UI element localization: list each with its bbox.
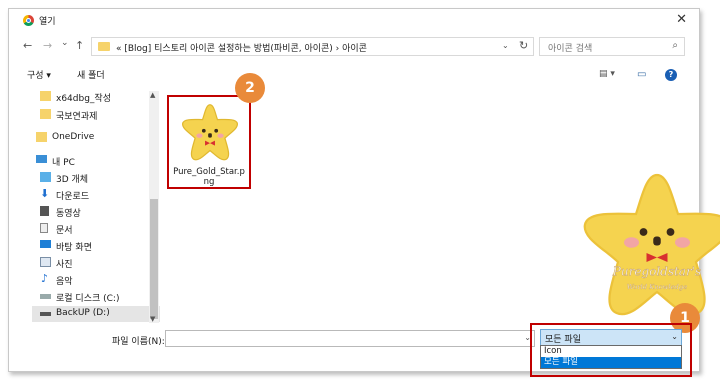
music-icon: ♪ <box>41 272 49 285</box>
recent-locations-button[interactable]: ⌄ <box>61 38 69 48</box>
star-thumbnail-icon <box>182 104 238 161</box>
search-input[interactable]: 아이콘 검색 ⌕ <box>539 37 685 56</box>
sidebar-item-videos[interactable]: 동영상 <box>32 204 160 220</box>
search-placeholder: 아이콘 검색 <box>548 44 593 54</box>
close-button[interactable]: ✕ <box>676 12 687 27</box>
toolbar: 구성 ▾ 새 폴더 ▤ ▾ ▭ ? <box>9 65 699 85</box>
up-button[interactable]: ↑ <box>75 39 84 52</box>
sidebar-item-label: 국보연과제 <box>56 112 98 122</box>
star-preview-image: Puregoldstar's World Knowledge <box>583 173 720 316</box>
search-icon: ⌕ <box>672 40 678 51</box>
address-row: ← → ⌄ ↑ « [Blog] 티스토리 아이콘 설정하는 방법(파비콘, 아… <box>9 35 699 59</box>
3d-objects-icon <box>40 172 51 182</box>
new-folder-button[interactable]: 새 폴더 <box>77 68 105 81</box>
help-button[interactable]: ? <box>665 69 677 81</box>
folder-icon <box>40 109 51 119</box>
folder-icon <box>40 91 51 101</box>
pc-icon <box>36 155 47 163</box>
sidebar-item-backup[interactable]: BackUP (D:) <box>32 306 160 322</box>
back-button[interactable]: ← <box>23 39 32 52</box>
document-icon <box>40 223 48 233</box>
download-icon: ⬇ <box>40 187 50 200</box>
view-options-button[interactable]: ▤ ▾ <box>599 69 615 79</box>
organize-button[interactable]: 구성 ▾ <box>27 68 51 81</box>
sidebar-item-x64dbg[interactable]: x64dbg_작성 <box>32 89 160 105</box>
sidebar-item-label: 로컬 디스크 (C:) <box>56 294 120 304</box>
preview-pane-button[interactable]: ▭ <box>637 69 646 80</box>
sidebar-item-project[interactable]: 국보연과제 <box>32 107 160 123</box>
sidebar-item-label: 동영상 <box>56 209 81 219</box>
sidebar-item-downloads[interactable]: ⬇ 다운로드 <box>32 187 160 203</box>
sidebar-item-label: 문서 <box>56 226 73 236</box>
watermark-text: Puregoldstar's <box>612 265 701 279</box>
filetype-highlight: 모든 파일 ⌄ Icon 모든 파일 <box>530 323 692 377</box>
bottom-bar: 파일 이름(N): ⌄ 모든 파일 ⌄ Icon 모든 파일 <box>9 323 699 377</box>
folder-icon <box>36 132 47 142</box>
sidebar-item-3d-objects[interactable]: 3D 개체 <box>32 170 160 186</box>
sidebar-item-local-disk[interactable]: 로컬 디스크 (C:) <box>32 289 160 305</box>
forward-button[interactable]: → <box>43 39 52 52</box>
filetype-selected: 모든 파일 <box>545 335 581 345</box>
chrome-icon <box>23 15 34 26</box>
scroll-up-icon[interactable]: ▲ <box>150 91 155 99</box>
sidebar-item-label: 음악 <box>56 277 73 287</box>
sidebar-item-label: 바탕 화면 <box>56 243 92 253</box>
sidebar-item-label: 3D 개체 <box>56 175 89 185</box>
sidebar-item-label: x64dbg_작성 <box>56 94 111 104</box>
filename-label: 파일 이름(N): <box>112 337 165 347</box>
sidebar-item-pictures[interactable]: 사진 <box>32 255 160 271</box>
watermark-subtext: World Knowledge <box>627 283 687 291</box>
title-bar: 열기 ✕ <box>9 9 699 31</box>
filetype-option-icon[interactable]: Icon <box>541 346 681 357</box>
sidebar-item-onedrive[interactable]: OneDrive <box>32 130 160 146</box>
navigation-pane: x64dbg_작성 국보연과제 OneDrive 내 PC 3D 개체 ⬇ 다운… <box>32 89 160 325</box>
open-file-dialog: 열기 ✕ ← → ⌄ ↑ « [Blog] 티스토리 아이콘 설정하는 방법(파… <box>8 8 720 377</box>
folder-icon <box>98 42 110 51</box>
sidebar-item-label: OneDrive <box>52 132 95 142</box>
file-name-line: Pure_Gold_Star.p <box>173 167 245 177</box>
video-icon <box>40 206 49 216</box>
address-bar[interactable]: « [Blog] 티스토리 아이콘 설정하는 방법(파비콘, 아이콘) › 아이… <box>91 37 534 56</box>
scrollbar-thumb[interactable] <box>150 199 158 319</box>
sidebar-item-music[interactable]: ♪ 음악 <box>32 272 160 288</box>
sidebar-item-label: 사진 <box>56 260 73 270</box>
filetype-option-all-files[interactable]: 모든 파일 <box>541 357 681 368</box>
pictures-icon <box>40 257 51 267</box>
file-name-line: ng <box>203 177 215 187</box>
chevron-down-icon[interactable]: ⌄ <box>502 41 509 50</box>
window-title: 열기 <box>39 17 56 27</box>
sidebar-item-this-pc[interactable]: 내 PC <box>32 153 160 169</box>
filename-input[interactable]: ⌄ <box>165 330 535 347</box>
drive-icon <box>40 312 51 316</box>
sidebar-item-label: 다운로드 <box>56 192 90 202</box>
sidebar-item-documents[interactable]: 문서 <box>32 221 160 237</box>
step-badge-2: 2 <box>235 73 265 103</box>
sidebar-item-label: 내 PC <box>52 158 75 168</box>
chevron-down-icon[interactable]: ⌄ <box>524 333 531 342</box>
sidebar-item-label: BackUP (D:) <box>56 308 110 318</box>
drive-icon <box>40 294 51 299</box>
filetype-dropdown: Icon 모든 파일 <box>540 345 682 369</box>
breadcrumb[interactable]: « [Blog] 티스토리 아이콘 설정하는 방법(파비콘, 아이콘) › 아이… <box>116 41 367 54</box>
refresh-button[interactable]: ↻ <box>519 39 528 52</box>
sidebar-scrollbar[interactable]: ▲ ▼ <box>149 91 159 323</box>
chevron-down-icon[interactable]: ⌄ <box>671 332 678 341</box>
scroll-down-icon[interactable]: ▼ <box>150 315 155 323</box>
file-name: Pure_Gold_Star.p ng <box>169 167 249 187</box>
filetype-select[interactable]: 모든 파일 ⌄ <box>540 329 682 346</box>
desktop-icon <box>40 240 51 248</box>
sidebar-item-desktop[interactable]: 바탕 화면 <box>32 238 160 254</box>
file-item[interactable]: Pure_Gold_Star.p ng <box>167 95 251 189</box>
file-list: Pure_Gold_Star.p ng Puregoldstar's World… <box>162 89 720 325</box>
